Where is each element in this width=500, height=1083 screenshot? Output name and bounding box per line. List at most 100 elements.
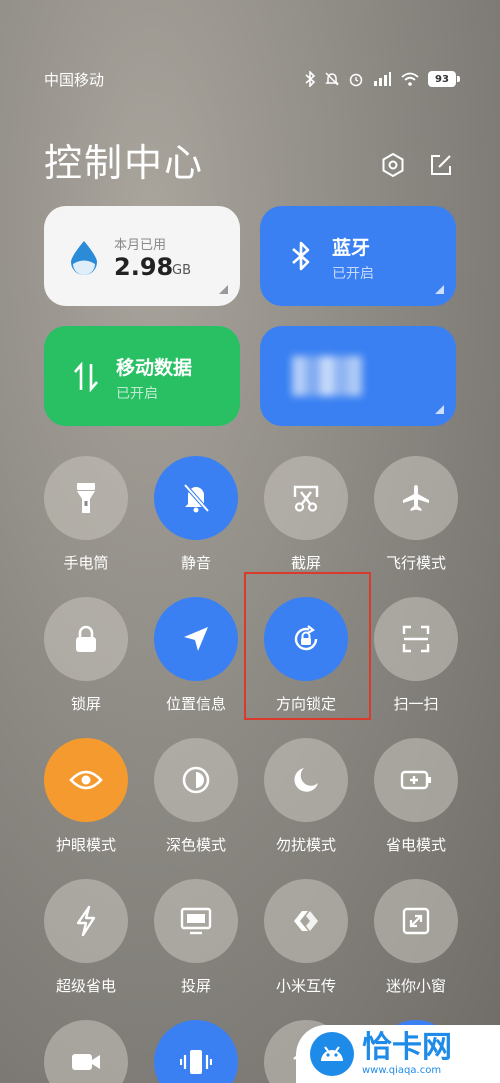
expand-corner-icon bbox=[435, 405, 444, 414]
toggle-circle bbox=[154, 738, 238, 822]
expand-corner-icon bbox=[219, 285, 228, 294]
status-bar: 中国移动 93 bbox=[44, 66, 460, 92]
toggle-label: 锁屏 bbox=[70, 695, 101, 713]
scan-icon bbox=[402, 625, 430, 653]
toggle-scan[interactable]: 扫一扫 bbox=[374, 597, 458, 714]
expand-corner-icon bbox=[435, 285, 444, 294]
toggle-video[interactable] bbox=[44, 1020, 128, 1083]
toggle-circle bbox=[44, 738, 128, 822]
status-icons: 93 bbox=[304, 71, 460, 87]
toggle-circle bbox=[154, 456, 238, 540]
bluetooth-status-icon bbox=[305, 71, 316, 87]
toggle-dark-mode[interactable]: 深色模式 bbox=[154, 738, 238, 855]
toggle-circle bbox=[44, 597, 128, 681]
watermark-name: 恰卡网 bbox=[362, 1029, 452, 1065]
toggle-flashlight[interactable]: 手电筒 bbox=[44, 456, 128, 573]
flashlight-icon bbox=[77, 483, 95, 513]
toggle-super-saver[interactable]: 超级省电 bbox=[44, 879, 128, 996]
mute-bell-icon bbox=[183, 483, 210, 513]
data-usage-unit: GB bbox=[172, 263, 191, 278]
toggle-eye-care[interactable]: 护眼模式 bbox=[44, 738, 128, 855]
toggle-circle bbox=[44, 879, 128, 963]
toggle-screenshot[interactable]: 截屏 bbox=[264, 456, 348, 573]
toggle-circle bbox=[264, 738, 348, 822]
toggle-label: 扫一扫 bbox=[393, 695, 439, 713]
toggle-label: 护眼模式 bbox=[55, 836, 116, 854]
bluetooth-status: 已开启 bbox=[332, 266, 374, 282]
toggle-vibrate[interactable] bbox=[154, 1020, 238, 1083]
toggle-circle bbox=[154, 1020, 238, 1083]
toggle-label: 投屏 bbox=[180, 977, 211, 995]
toggle-label: 省电模式 bbox=[385, 836, 446, 854]
lock-icon bbox=[76, 625, 96, 652]
toggle-label: 位置信息 bbox=[165, 695, 226, 713]
toggle-mi-share[interactable]: 小米互传 bbox=[264, 879, 348, 996]
toggle-do-not-disturb[interactable]: 勿扰模式 bbox=[264, 738, 348, 855]
toggle-label: 飞行模式 bbox=[385, 554, 446, 572]
battery-saver-icon bbox=[400, 770, 431, 790]
water-drop-icon bbox=[71, 241, 97, 275]
toggle-label: 手电筒 bbox=[63, 554, 109, 572]
toggle-battery-saver[interactable]: 省电模式 bbox=[374, 738, 458, 855]
settings-gear-icon[interactable] bbox=[378, 150, 408, 180]
dark-mode-icon bbox=[182, 766, 210, 794]
bolt-icon bbox=[76, 905, 96, 937]
toggle-mute[interactable]: 静音 bbox=[154, 456, 238, 573]
toggle-circle bbox=[264, 879, 348, 963]
toggle-circle bbox=[374, 879, 458, 963]
cast-screen-icon bbox=[180, 907, 212, 935]
toggle-circle bbox=[264, 456, 348, 540]
bluetooth-tile[interactable]: 蓝牙 已开启 bbox=[260, 206, 456, 306]
mobile-data-status: 已开启 bbox=[116, 386, 158, 402]
mobile-data-arrows-icon bbox=[74, 362, 98, 392]
carrier-name: 中国移动 bbox=[44, 70, 105, 89]
toggle-lock-screen[interactable]: 锁屏 bbox=[44, 597, 128, 714]
data-usage-value: 2.98 bbox=[114, 253, 174, 281]
vibrate-icon bbox=[180, 1050, 212, 1074]
toggle-circle bbox=[374, 456, 458, 540]
alarm-status-icon bbox=[349, 73, 363, 87]
watermark: 恰卡网 www.qiaqa.com bbox=[296, 1025, 500, 1083]
moon-icon bbox=[294, 768, 318, 792]
data-usage-label: 本月已用 bbox=[114, 238, 167, 253]
watermark-logo-icon bbox=[310, 1032, 354, 1076]
toggle-label: 小米互传 bbox=[275, 977, 336, 995]
edit-icon[interactable] bbox=[426, 150, 456, 180]
page-title: 控制中心 bbox=[44, 141, 205, 185]
toggle-circle bbox=[154, 879, 238, 963]
bluetooth-icon bbox=[292, 241, 310, 271]
blurred-wifi-name bbox=[292, 356, 362, 396]
toggle-circle bbox=[44, 456, 128, 540]
data-usage-tile[interactable]: 本月已用 2.98 GB bbox=[44, 206, 240, 306]
toggle-label: 迷你小窗 bbox=[385, 977, 446, 995]
toggle-location[interactable]: 位置信息 bbox=[154, 597, 238, 714]
watermark-url: www.qiaqa.com bbox=[362, 1064, 442, 1076]
signal-status-icon bbox=[374, 72, 391, 86]
toggle-label: 截屏 bbox=[290, 554, 321, 572]
toggle-circle bbox=[374, 597, 458, 681]
highlight-box bbox=[244, 572, 371, 720]
mobile-data-title: 移动数据 bbox=[116, 357, 193, 379]
mute-status-icon bbox=[325, 72, 339, 86]
location-icon bbox=[184, 627, 208, 651]
eye-icon bbox=[69, 770, 103, 790]
toggle-circle bbox=[44, 1020, 128, 1083]
airplane-icon bbox=[403, 485, 429, 511]
wifi-status-icon bbox=[401, 72, 419, 86]
mini-window-icon bbox=[402, 907, 430, 935]
mobile-data-tile[interactable]: 移动数据 已开启 bbox=[44, 326, 240, 426]
share-icon bbox=[294, 911, 318, 931]
screenshot-icon bbox=[293, 485, 319, 512]
toggle-mini-window[interactable]: 迷你小窗 bbox=[374, 879, 458, 996]
bluetooth-title: 蓝牙 bbox=[332, 237, 371, 259]
toggle-cast-screen[interactable]: 投屏 bbox=[154, 879, 238, 996]
toggle-label: 勿扰模式 bbox=[275, 836, 336, 854]
toggle-circle bbox=[374, 738, 458, 822]
toggle-label: 超级省电 bbox=[55, 977, 116, 995]
toggle-airplane[interactable]: 飞行模式 bbox=[374, 456, 458, 573]
battery-indicator: 93 bbox=[428, 71, 460, 87]
toggle-label: 深色模式 bbox=[165, 836, 226, 854]
wifi-tile[interactable] bbox=[260, 326, 456, 426]
toggle-label: 静音 bbox=[180, 554, 211, 572]
toggle-circle bbox=[154, 597, 238, 681]
